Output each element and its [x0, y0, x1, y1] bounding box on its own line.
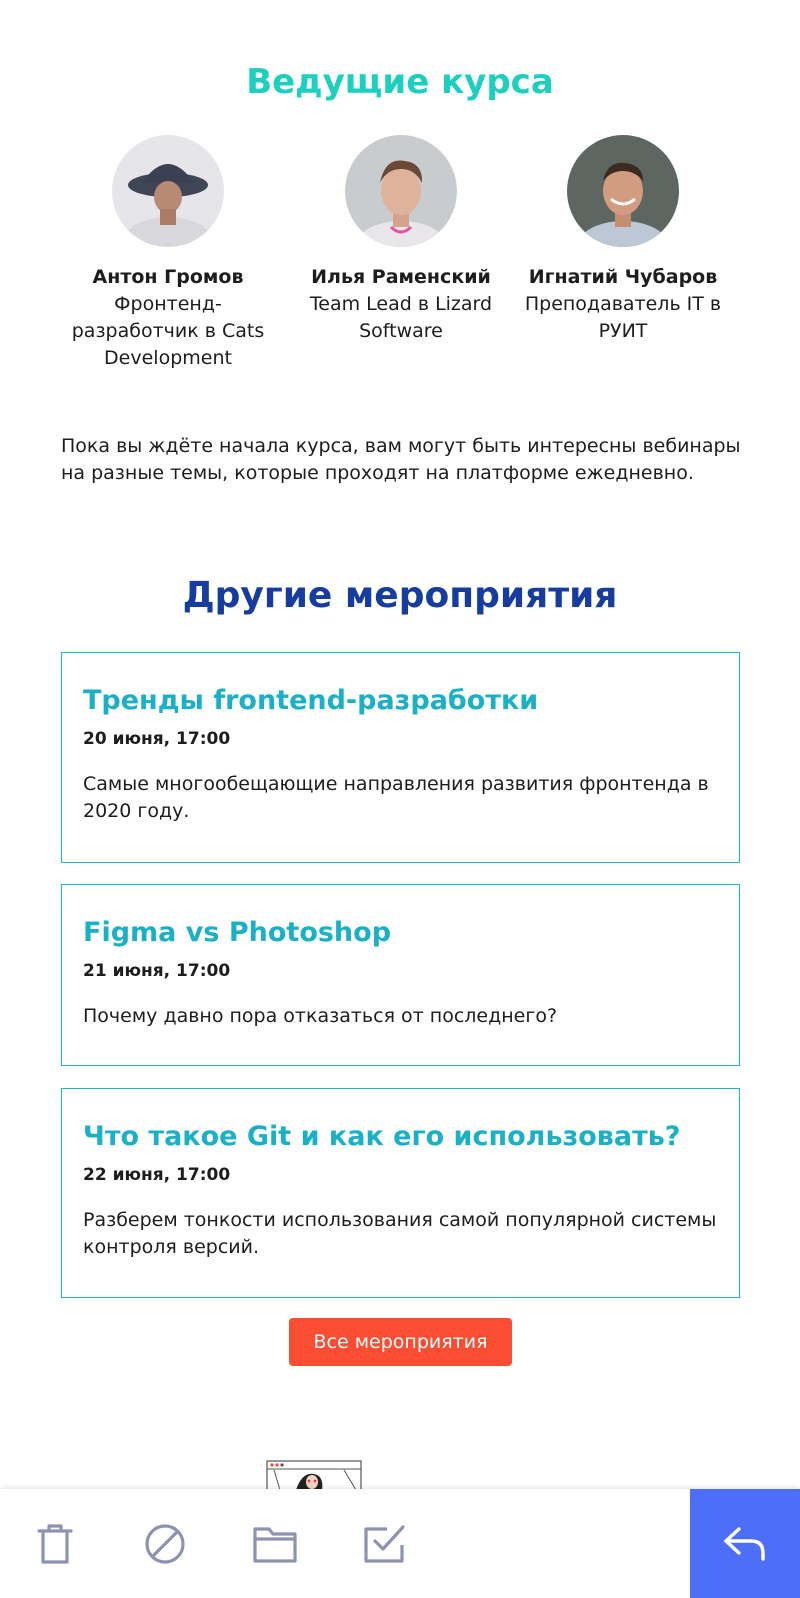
host-name: Антон Громов — [92, 266, 244, 288]
avatar — [345, 135, 457, 247]
events-heading: Другие мероприятия — [182, 575, 618, 616]
mark-read-icon — [364, 1524, 405, 1563]
host-role: Преподаватель IT в РУИТ — [524, 293, 722, 342]
spam-button[interactable] — [120, 1489, 210, 1598]
footer-illustration — [266, 1460, 362, 1491]
reply-icon — [724, 1526, 765, 1561]
host-card: Игнатий Чубаров Преподаватель IT в РУИТ — [518, 135, 728, 345]
event-date: 22 июня, 17:00 — [83, 1165, 231, 1185]
host-name: Илья Раменский — [311, 266, 491, 288]
mark-read-button[interactable] — [340, 1489, 430, 1598]
event-description: Самые многообещающие направления развити… — [83, 773, 709, 822]
reply-button[interactable] — [690, 1489, 800, 1598]
all-events-button[interactable]: Все мероприятия — [289, 1318, 512, 1366]
event-description: Разберем тонкости использования самой по… — [83, 1209, 717, 1258]
event-title[interactable]: Что такое Git и как его использовать? — [83, 1119, 718, 1155]
event-title[interactable]: Тренды frontend-разработки — [83, 683, 718, 719]
host-role: Фронтенд-разработчик в Cats Development — [71, 293, 265, 369]
avatar — [112, 135, 224, 247]
event-description: Почему давно пора отказаться от последне… — [83, 1005, 558, 1027]
bottom-toolbar — [0, 1489, 800, 1598]
host-card: Илья Раменский Team Lead в Lizard Softwa… — [296, 135, 506, 345]
block-icon — [145, 1523, 185, 1564]
delete-button[interactable] — [10, 1489, 100, 1598]
event-date: 20 июня, 17:00 — [83, 729, 231, 749]
host-name: Игнатий Чубаров — [528, 266, 718, 288]
folder-icon — [253, 1526, 297, 1563]
event-title[interactable]: Figma vs Photoshop — [83, 915, 718, 951]
hosts-heading: Ведущие курса — [246, 62, 554, 102]
avatar — [567, 135, 679, 247]
host-role: Team Lead в Lizard Software — [309, 293, 493, 342]
event-card[interactable]: Тренды frontend-разработки 20 июня, 17:0… — [61, 652, 740, 863]
trash-icon — [37, 1523, 73, 1564]
intro-text: Пока вы ждёте начала курса, вам могут бы… — [61, 435, 741, 484]
event-date: 21 июня, 17:00 — [83, 961, 231, 981]
move-to-folder-button[interactable] — [230, 1489, 320, 1598]
host-card: Антон Громов Фронтенд-разработчик в Cats… — [63, 135, 273, 372]
event-card[interactable]: Figma vs Photoshop 21 июня, 17:00 Почему… — [61, 884, 740, 1066]
event-card[interactable]: Что такое Git и как его использовать? 22… — [61, 1088, 740, 1298]
